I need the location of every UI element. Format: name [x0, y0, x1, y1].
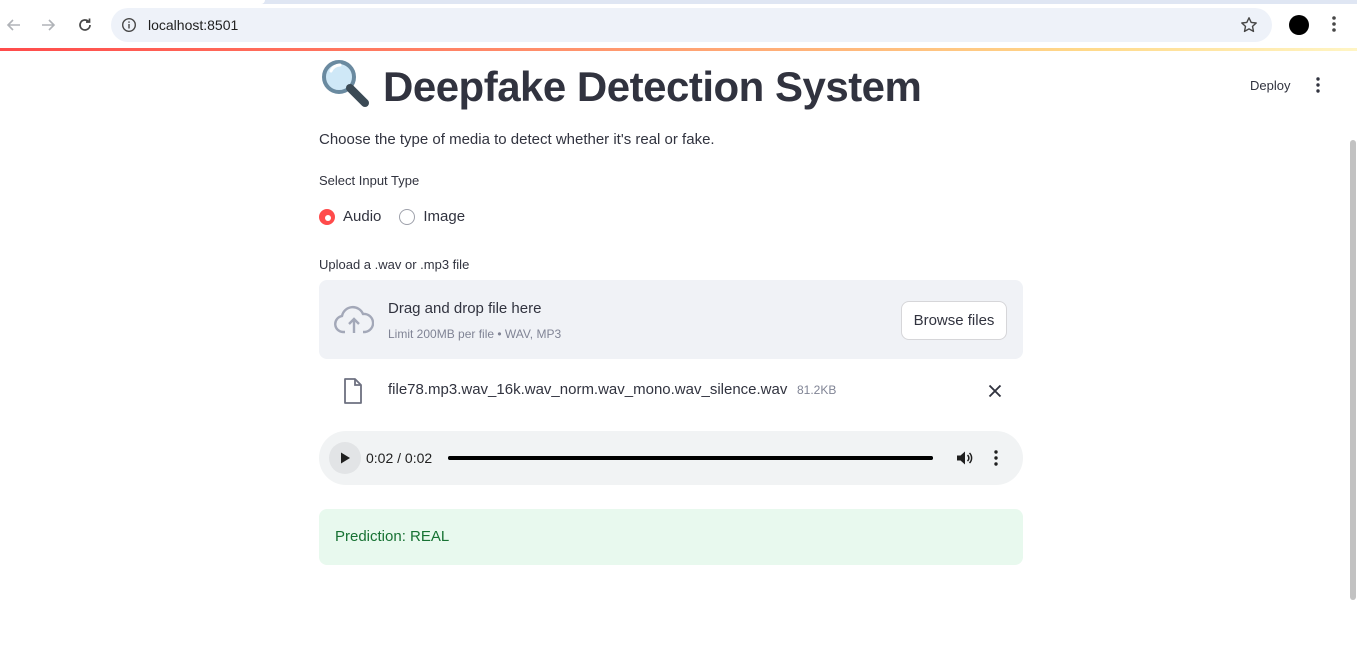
- cloud-upload-icon: [334, 305, 375, 340]
- radio-audio-dot[interactable]: [319, 208, 335, 225]
- page-title-text: Deepfake Detection System: [383, 63, 922, 110]
- page-scrollbar[interactable]: [1350, 140, 1356, 600]
- reload-button[interactable]: [72, 12, 98, 38]
- tab-strip: [0, 0, 1357, 4]
- reload-icon: [79, 18, 91, 31]
- file-name: file78.mp3.wav_16k.wav_norm.wav_mono.wav…: [388, 381, 788, 398]
- input-type-radio-group: Audio Image: [319, 208, 465, 225]
- radio-audio-label: Audio: [343, 208, 382, 225]
- back-button[interactable]: [1, 12, 27, 38]
- audio-seek-fill: [448, 456, 933, 460]
- address-bar[interactable]: localhost:8501: [111, 8, 1272, 42]
- more-vertical-icon[interactable]: [989, 449, 1003, 472]
- input-type-label: Select Input Type: [319, 173, 420, 188]
- prediction-text: Prediction: REAL: [335, 528, 450, 545]
- more-vertical-icon[interactable]: [1326, 14, 1342, 39]
- arrow-right-icon: [42, 19, 56, 31]
- forward-button[interactable]: [35, 12, 61, 38]
- app-menu-icon[interactable]: [1310, 76, 1326, 99]
- page-subtitle: Choose the type of media to detect wheth…: [319, 131, 715, 148]
- radio-image-label: Image: [423, 208, 466, 225]
- uploader-label: Upload a .wav or .mp3 file: [319, 257, 470, 272]
- play-icon: [341, 452, 350, 464]
- page-title: Deepfake Detection System: [319, 57, 922, 117]
- arrow-left-icon: [6, 19, 20, 31]
- file-icon: [343, 378, 363, 409]
- audio-player: 0:02 / 0:02: [319, 431, 1023, 485]
- profile-avatar[interactable]: [1289, 15, 1309, 35]
- info-icon[interactable]: [121, 17, 137, 38]
- active-tab[interactable]: [0, 0, 265, 4]
- audio-seek-bar[interactable]: [448, 456, 933, 460]
- radio-audio[interactable]: Audio: [319, 208, 381, 225]
- prediction-alert: Prediction: REAL: [319, 509, 1023, 565]
- deploy-button[interactable]: Deploy: [1240, 74, 1300, 97]
- url-text[interactable]: localhost:8501: [148, 17, 238, 33]
- volume-icon[interactable]: [955, 449, 973, 472]
- loading-bar: [0, 48, 1357, 51]
- dropzone-limit: Limit 200MB per file • WAV, MP3: [388, 327, 562, 341]
- uploaded-file-item: file78.mp3.wav_16k.wav_norm.wav_mono.wav…: [319, 374, 1023, 408]
- close-icon[interactable]: [987, 383, 1003, 404]
- dropzone-title: Drag and drop file here: [388, 300, 542, 317]
- radio-image[interactable]: Image: [399, 208, 465, 225]
- audio-time: 0:02 / 0:02: [366, 450, 433, 466]
- play-button[interactable]: [329, 442, 361, 474]
- magnifier-icon: [319, 57, 371, 117]
- radio-image-dot[interactable]: [399, 208, 416, 225]
- file-dropzone[interactable]: Drag and drop file here Limit 200MB per …: [319, 280, 1023, 359]
- star-icon[interactable]: [1240, 16, 1258, 39]
- browse-files-button[interactable]: Browse files: [901, 301, 1007, 340]
- browser-chrome: localhost:8501: [0, 0, 1357, 49]
- file-size: 81.2KB: [797, 383, 837, 397]
